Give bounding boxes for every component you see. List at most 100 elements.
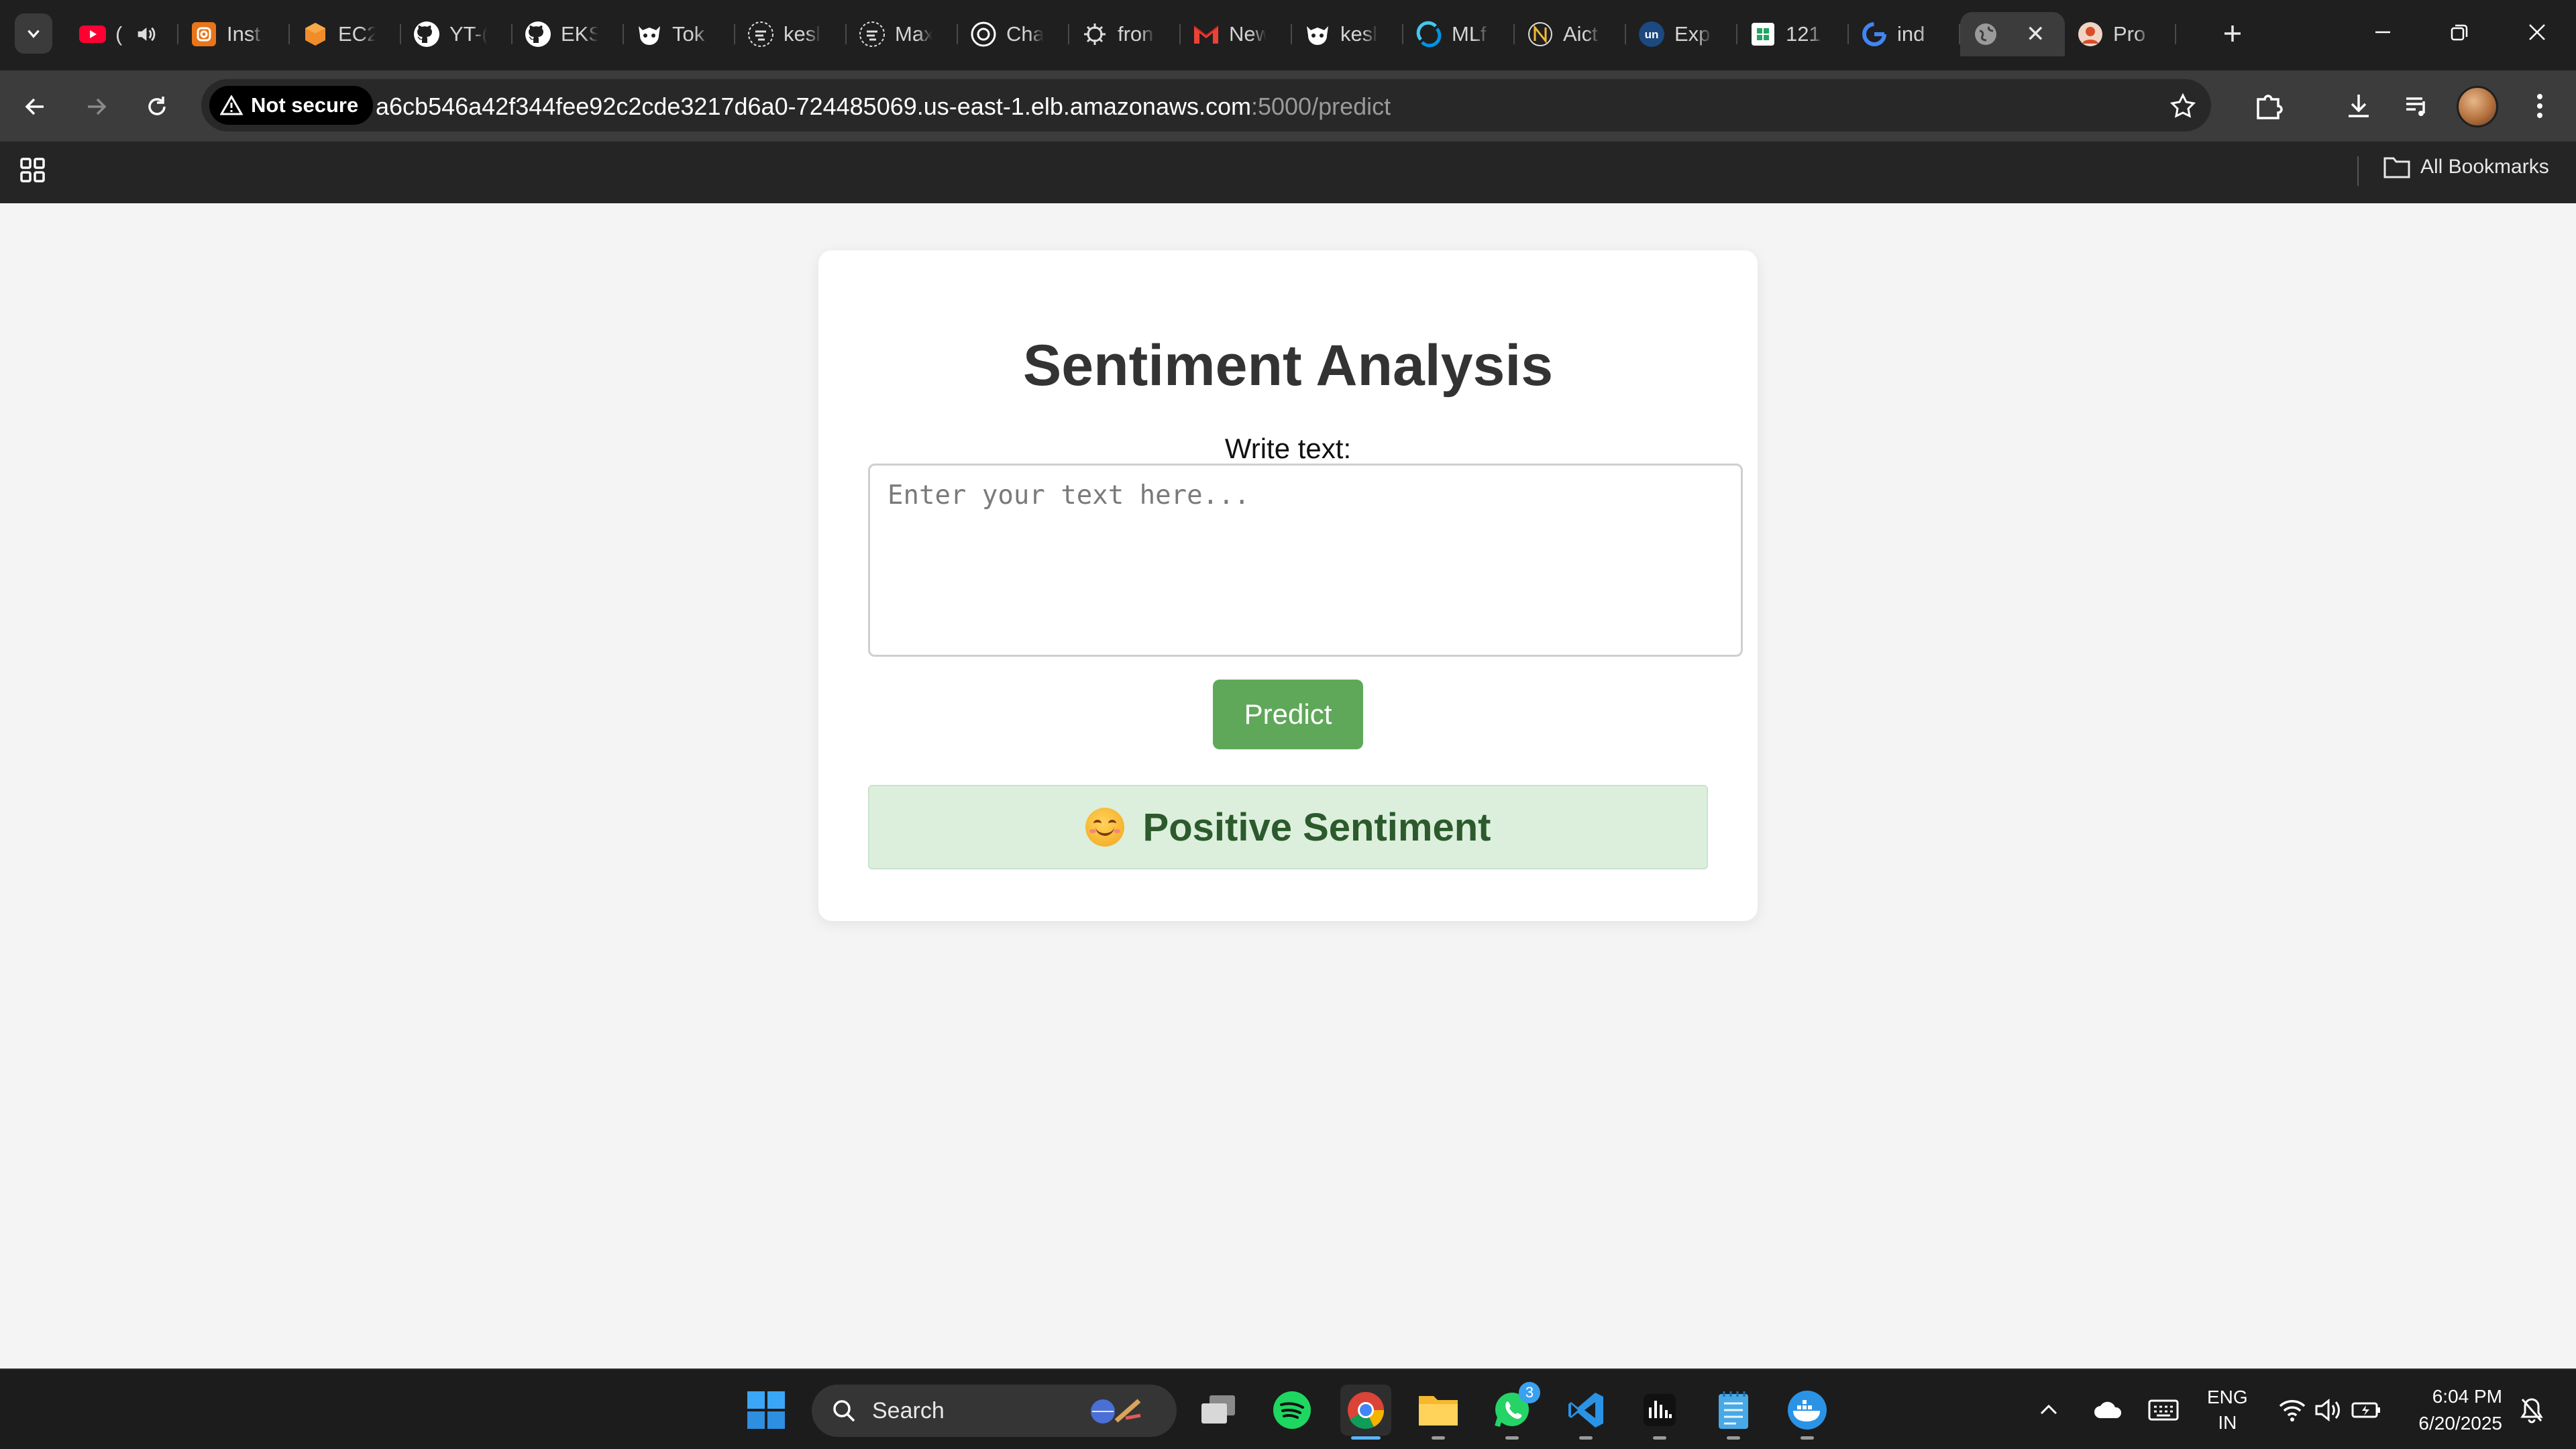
- tab[interactable]: MLf: [1403, 12, 1515, 56]
- touch-keyboard-button[interactable]: [2140, 1385, 2187, 1436]
- tab[interactable]: kesl: [735, 12, 847, 56]
- tab-title: kesl: [1340, 22, 1378, 46]
- new-tab-button[interactable]: [2214, 15, 2251, 52]
- input-label: Write text:: [1224, 433, 1352, 464]
- notepad-app[interactable]: [1708, 1385, 1759, 1440]
- tab-title: (: [115, 22, 123, 46]
- bookmark-star-button[interactable]: [2163, 86, 2203, 126]
- github-icon: [413, 21, 440, 48]
- url-host: a6cb546a42f344fee92c2cde3217d6a0-7244850…: [376, 93, 1251, 120]
- tab[interactable]: Inst: [178, 12, 290, 56]
- tab[interactable]: ind: [1849, 12, 1960, 56]
- chrome-icon: [1348, 1392, 1385, 1429]
- volume-button[interactable]: [2309, 1385, 2347, 1436]
- all-bookmarks-button[interactable]: All Bookmarks: [2383, 155, 2549, 179]
- vscode-icon: [1568, 1393, 1603, 1428]
- github-icon: [525, 21, 551, 48]
- tab[interactable]: EC2: [290, 12, 401, 56]
- forward-button[interactable]: [76, 87, 117, 127]
- wifi-button[interactable]: [2270, 1385, 2314, 1436]
- language-indicator[interactable]: ENG IN: [2207, 1385, 2248, 1436]
- tab-title: fron: [1118, 22, 1154, 46]
- ai-icon: [747, 21, 774, 48]
- tab[interactable]: Aict: [1515, 12, 1626, 56]
- battery-button[interactable]: [2348, 1385, 2385, 1436]
- search-highlight-icon: [1091, 1399, 1141, 1424]
- tab-title: New: [1229, 22, 1267, 46]
- tab-search-button[interactable]: [15, 13, 52, 54]
- chatgpt-icon: [970, 21, 997, 48]
- profile-icon: [2077, 21, 2104, 48]
- mlflow-icon: [1415, 21, 1442, 48]
- tab[interactable]: New: [1181, 12, 1292, 56]
- folder-icon: [1419, 1396, 1458, 1426]
- tab-title: 121: [1786, 22, 1821, 46]
- spotify-icon: [1273, 1391, 1311, 1429]
- running-indicator: [1579, 1436, 1593, 1440]
- security-chip[interactable]: Not secure: [209, 86, 374, 125]
- taskbar-search[interactable]: Search: [812, 1385, 1177, 1437]
- plus-icon: [2224, 25, 2241, 42]
- minimize-icon: [2375, 31, 2390, 34]
- notepad-icon: [1719, 1391, 1748, 1429]
- spotify-app[interactable]: [1267, 1385, 1318, 1436]
- clock[interactable]: 6:04 PM 6/20/2025: [2402, 1383, 2502, 1437]
- docker-app[interactable]: [1782, 1385, 1833, 1440]
- tab[interactable]: 121: [1737, 12, 1849, 56]
- minimize-button[interactable]: [2356, 12, 2410, 52]
- task-view-button[interactable]: [1193, 1385, 1244, 1436]
- tab[interactable]: YT-(: [401, 12, 513, 56]
- extensions-button[interactable]: [2249, 86, 2289, 126]
- close-window-button[interactable]: [2510, 12, 2564, 52]
- docker-icon: [1788, 1391, 1827, 1430]
- running-indicator: [1505, 1436, 1519, 1440]
- tab-title: Tok: [672, 22, 705, 46]
- show-hidden-icons-button[interactable]: [2029, 1385, 2069, 1436]
- profile-avatar[interactable]: [2457, 86, 2498, 127]
- windows-logo-icon: [747, 1391, 785, 1429]
- chrome-app[interactable]: [1340, 1385, 1391, 1440]
- tab-active[interactable]: ✕: [1960, 12, 2065, 56]
- puzzle-icon: [2257, 95, 2283, 119]
- tab[interactable]: (: [67, 12, 178, 56]
- apps-button[interactable]: [17, 155, 48, 189]
- running-indicator: [1727, 1436, 1740, 1440]
- close-tab-icon[interactable]: ✕: [2026, 21, 2045, 48]
- browser-menu-button[interactable]: [2520, 86, 2560, 126]
- tab-title: YT-(: [449, 22, 487, 46]
- tab[interactable]: Pro: [2065, 12, 2176, 56]
- back-button[interactable]: [15, 87, 55, 127]
- file-explorer-app[interactable]: [1413, 1385, 1464, 1440]
- url-text[interactable]: a6cb546a42f344fee92c2cde3217d6a0-7244850…: [376, 93, 1391, 121]
- kaggle-icon: [636, 21, 663, 48]
- restore-button[interactable]: [2432, 12, 2486, 52]
- close-icon: [2529, 24, 2545, 40]
- language-code: ENG: [2207, 1387, 2248, 1407]
- predict-button[interactable]: Predict: [1213, 680, 1363, 749]
- tab[interactable]: fron: [1069, 12, 1181, 56]
- tab[interactable]: Max: [847, 12, 958, 56]
- downloads-button[interactable]: [2339, 86, 2379, 126]
- text-input[interactable]: [868, 464, 1743, 657]
- tab[interactable]: Cha: [958, 12, 1069, 56]
- chevron-down-icon: [28, 30, 40, 38]
- media-control-button[interactable]: [2398, 86, 2438, 126]
- bookmarks-bar: All Bookmarks: [0, 142, 2576, 203]
- notifications-button[interactable]: [2512, 1385, 2552, 1436]
- tab[interactable]: un Expl: [1626, 12, 1737, 56]
- tab[interactable]: EKS: [513, 12, 624, 56]
- tab[interactable]: Tok: [624, 12, 735, 56]
- chevron-up-icon: [2040, 1404, 2057, 1415]
- apps-grid-icon: [20, 158, 45, 182]
- download-icon: [2349, 95, 2369, 117]
- tab[interactable]: kesl: [1292, 12, 1403, 56]
- audio-app[interactable]: [1634, 1385, 1685, 1440]
- youtube-icon: [79, 21, 106, 48]
- speaker-icon[interactable]: [134, 23, 157, 46]
- reload-button[interactable]: [137, 87, 177, 127]
- start-button[interactable]: [741, 1385, 792, 1436]
- whatsapp-app[interactable]: 3: [1487, 1382, 1540, 1440]
- result-text: Positive Sentiment: [1142, 805, 1491, 849]
- onedrive-button[interactable]: [2085, 1385, 2132, 1436]
- vscode-app[interactable]: [1560, 1385, 1611, 1440]
